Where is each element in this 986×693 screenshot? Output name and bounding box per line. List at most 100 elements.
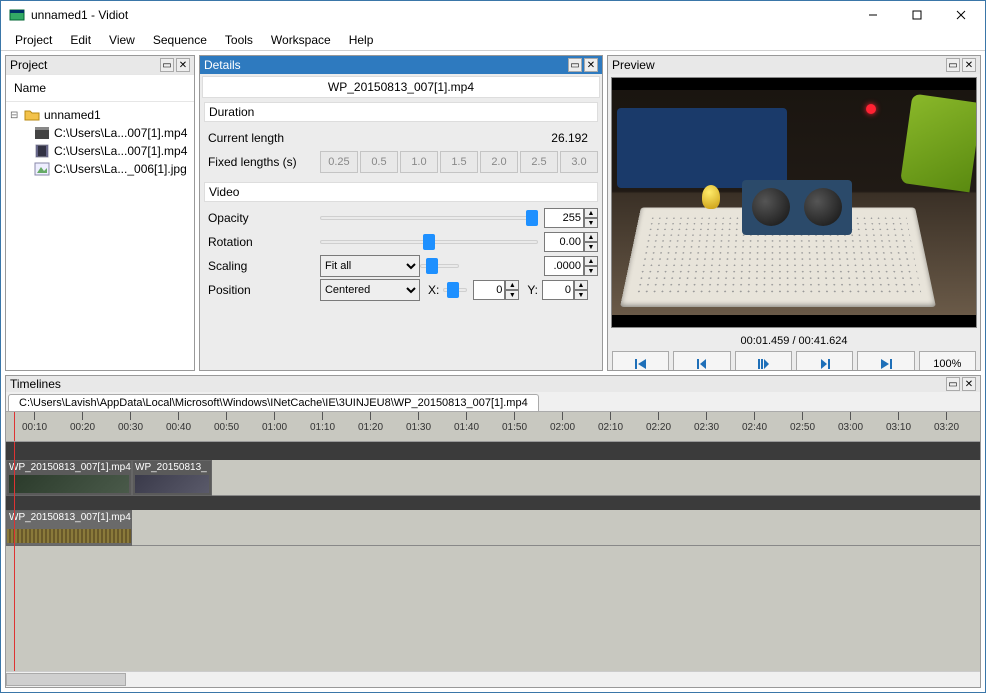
restore-icon[interactable]: ▭ — [946, 377, 960, 391]
opacity-value[interactable] — [544, 208, 584, 228]
details-panel-header[interactable]: Details ▭ ✕ — [200, 56, 602, 74]
fixed-btn-20[interactable]: 2.0 — [480, 151, 518, 173]
transport-controls: 100% — [608, 351, 980, 370]
goto-start-button[interactable] — [612, 351, 669, 370]
tree-item[interactable]: C:\Users\La...007[1].mp4 — [10, 142, 190, 160]
scaling-slider[interactable] — [420, 255, 459, 277]
playhead[interactable] — [14, 442, 15, 671]
menu-edit[interactable]: Edit — [62, 31, 99, 49]
ruler-label: 01:10 — [310, 422, 335, 433]
pos-x-value[interactable] — [473, 280, 505, 300]
maximize-button[interactable] — [895, 1, 939, 29]
ruler-label: 02:00 — [550, 422, 575, 433]
collapse-icon[interactable]: ⊟ — [10, 110, 20, 121]
close-icon[interactable]: ✕ — [584, 58, 598, 72]
section-duration: Duration — [204, 102, 598, 122]
menu-help[interactable]: Help — [341, 31, 382, 49]
rotation-value[interactable] — [544, 232, 584, 252]
preview-viewport[interactable] — [612, 90, 976, 315]
fixed-btn-25[interactable]: 2.5 — [520, 151, 558, 173]
menu-workspace[interactable]: Workspace — [263, 31, 339, 49]
opacity-slider[interactable] — [320, 207, 538, 229]
restore-icon[interactable]: ▭ — [568, 58, 582, 72]
playhead[interactable] — [14, 412, 15, 441]
rotation-label: Rotation — [204, 235, 320, 249]
ruler-label: 01:20 — [358, 422, 383, 433]
ruler-label: 02:50 — [790, 422, 815, 433]
fixed-btn-15[interactable]: 1.5 — [440, 151, 478, 173]
close-icon[interactable]: ✕ — [176, 58, 190, 72]
timeline-ruler[interactable]: 00:1000:2000:3000:4000:5001:0001:1001:20… — [6, 412, 980, 442]
menu-tools[interactable]: Tools — [217, 31, 261, 49]
menu-view[interactable]: View — [101, 31, 143, 49]
spin-down-icon[interactable]: ▼ — [584, 242, 598, 252]
close-button[interactable] — [939, 1, 983, 29]
spin-up-icon[interactable]: ▲ — [574, 280, 588, 290]
spin-down-icon[interactable]: ▼ — [574, 290, 588, 300]
viewer-bottom-bar — [612, 315, 976, 327]
close-icon[interactable]: ✕ — [962, 58, 976, 72]
ruler-label: 01:30 — [406, 422, 431, 433]
next-frame-button[interactable] — [796, 351, 853, 370]
timeline-tracks[interactable]: WP_20150813_007[1].mp4 WP_20150813_ WP_2… — [6, 442, 980, 671]
spin-down-icon[interactable]: ▼ — [584, 218, 598, 228]
fixed-btn-10[interactable]: 1.0 — [400, 151, 438, 173]
fixed-lengths-label: Fixed lengths (s) — [204, 155, 320, 169]
image-icon — [34, 161, 50, 177]
viewer-top-bar — [612, 78, 976, 90]
project-panel-header[interactable]: Project ▭ ✕ — [6, 56, 194, 74]
ruler-label: 00:30 — [118, 422, 143, 433]
restore-icon[interactable]: ▭ — [160, 58, 174, 72]
ruler-label: 01:50 — [502, 422, 527, 433]
pos-y-value[interactable] — [542, 280, 574, 300]
ruler-label: 03:20 — [934, 422, 959, 433]
pos-x-label: X: — [428, 283, 439, 297]
prev-frame-button[interactable] — [673, 351, 730, 370]
section-video: Video — [204, 182, 598, 202]
spin-down-icon[interactable]: ▼ — [505, 290, 519, 300]
position-label: Position — [204, 283, 320, 297]
tree-root[interactable]: ⊟ unnamed1 — [10, 106, 190, 124]
empty-track-area[interactable] — [6, 546, 980, 636]
details-file-title: WP_20150813_007[1].mp4 — [202, 76, 600, 98]
spin-up-icon[interactable]: ▲ — [505, 280, 519, 290]
horizontal-scrollbar[interactable] — [6, 671, 980, 687]
restore-icon[interactable]: ▭ — [946, 58, 960, 72]
timeline-tab[interactable]: C:\Users\Lavish\AppData\Local\Microsoft\… — [8, 394, 539, 411]
scaling-select[interactable]: Fit all — [320, 255, 420, 277]
timelines-panel-header[interactable]: Timelines ▭ ✕ — [6, 376, 980, 392]
project-column-header[interactable]: Name — [6, 74, 194, 102]
goto-end-button[interactable] — [857, 351, 914, 370]
ruler-label: 00:10 — [22, 422, 47, 433]
zoom-level[interactable]: 100% — [919, 351, 976, 370]
video-track[interactable]: WP_20150813_007[1].mp4 WP_20150813_ — [6, 460, 980, 496]
spin-up-icon[interactable]: ▲ — [584, 232, 598, 242]
ruler-label: 03:00 — [838, 422, 863, 433]
position-select[interactable]: Centered — [320, 279, 420, 301]
titlebar: unnamed1 - Vidiot — [1, 1, 985, 29]
fixed-btn-05[interactable]: 0.5 — [360, 151, 398, 173]
timeline-clip[interactable]: WP_20150813_ — [132, 460, 212, 496]
fixed-btn-025[interactable]: 0.25 — [320, 151, 358, 173]
spin-down-icon[interactable]: ▼ — [584, 266, 598, 276]
spin-up-icon[interactable]: ▲ — [584, 256, 598, 266]
close-icon[interactable]: ✕ — [962, 377, 976, 391]
menu-sequence[interactable]: Sequence — [145, 31, 215, 49]
clapper-icon — [34, 125, 50, 141]
project-panel: Project ▭ ✕ Name ⊟ unnamed1 C:\Users\La.… — [5, 55, 195, 371]
preview-panel-header[interactable]: Preview ▭ ✕ — [608, 56, 980, 74]
pos-x-slider[interactable] — [443, 279, 467, 301]
menu-project[interactable]: Project — [7, 31, 60, 49]
fixed-btn-30[interactable]: 3.0 — [560, 151, 598, 173]
rotation-slider[interactable] — [320, 231, 538, 253]
tree-item[interactable]: C:\Users\La..._006[1].jpg — [10, 160, 190, 178]
timeline-clip[interactable]: WP_20150813_007[1].mp4 — [6, 510, 132, 546]
minimize-button[interactable] — [851, 1, 895, 29]
scaling-value[interactable] — [544, 256, 584, 276]
timeline-clip[interactable]: WP_20150813_007[1].mp4 — [6, 460, 132, 496]
spin-up-icon[interactable]: ▲ — [584, 208, 598, 218]
play-pause-button[interactable] — [735, 351, 792, 370]
video-track-2[interactable]: WP_20150813_007[1].mp4 — [6, 510, 980, 546]
project-tree[interactable]: ⊟ unnamed1 C:\Users\La...007[1].mp4 C:\U… — [6, 102, 194, 182]
tree-item[interactable]: C:\Users\La...007[1].mp4 — [10, 124, 190, 142]
